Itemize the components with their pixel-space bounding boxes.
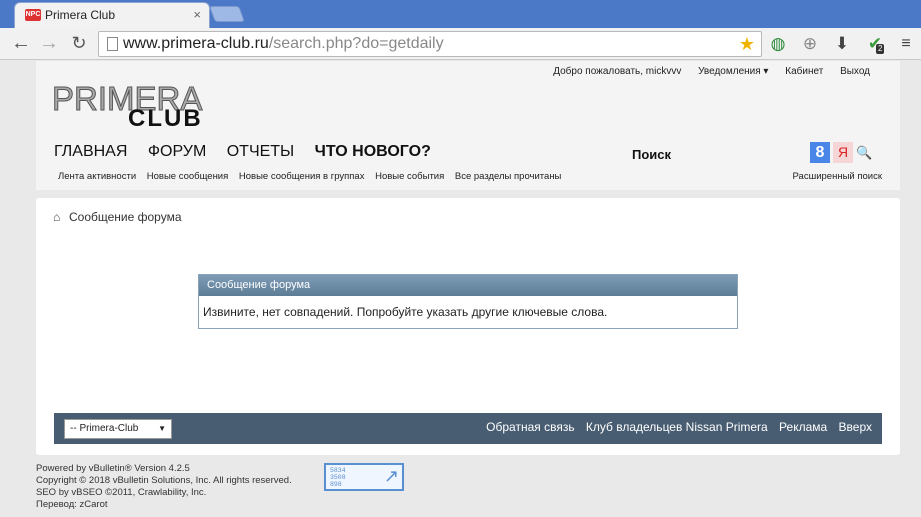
chevron-down-icon: ▼ xyxy=(158,424,166,433)
footer-top-link[interactable]: Вверх xyxy=(839,420,872,434)
subnav-new-events[interactable]: Новые события xyxy=(375,171,444,182)
welcome-text: Добро пожаловать, mickvvv xyxy=(553,66,682,77)
sub-nav: Лента активности Новые сообщения Новые с… xyxy=(58,171,569,182)
message-box: Сообщение форума Извините, нет совпадени… xyxy=(198,274,738,329)
page-icon xyxy=(107,37,118,51)
cabinet-link[interactable]: Кабинет xyxy=(785,66,823,77)
footer-links: Обратная связь Клуб владельцев Nissan Pr… xyxy=(478,420,872,434)
main-nav: ГЛАВНАЯ ФОРУМ ОТЧЕТЫ ЧТО НОВОГО? xyxy=(54,143,447,161)
user-nav: Добро пожаловать, mickvvv Уведомления ▾ … xyxy=(539,66,870,77)
footer-bar: -- Primera-Club ▼ Обратная связь Клуб вл… xyxy=(54,413,882,444)
reload-icon[interactable]: ↻ xyxy=(68,33,90,54)
subnav-new-group-posts[interactable]: Новые сообщения в группах xyxy=(239,171,365,182)
bookmark-star-icon[interactable]: ★ xyxy=(739,34,755,55)
subnav-activity[interactable]: Лента активности xyxy=(58,171,136,182)
credit-line: Powered by vBulletin® Version 4.2.5 xyxy=(36,463,190,474)
credit-line: Перевод: zCarot xyxy=(36,499,108,510)
site-favicon-icon: NPC xyxy=(25,9,41,21)
footer-feedback-link[interactable]: Обратная связь xyxy=(486,420,574,434)
shield-extension-icon[interactable]: ✔ 2 xyxy=(864,33,886,55)
yandex-search-icon[interactable]: Я xyxy=(833,142,853,163)
nav-whats-new[interactable]: ЧТО НОВОГО? xyxy=(315,143,431,160)
counter-line: 898 xyxy=(330,481,342,488)
message-title: Сообщение форума xyxy=(199,275,737,296)
extension-badge: 2 xyxy=(876,44,885,54)
tab-close-icon[interactable]: × xyxy=(193,7,201,22)
search-label: Поиск xyxy=(632,147,672,162)
footer-club-link[interactable]: Клуб владельцев Nissan Primera xyxy=(586,420,768,434)
new-tab-button[interactable] xyxy=(209,6,245,22)
credits: Powered by vBulletin® Version 4.2.5 Copy… xyxy=(36,463,292,511)
google-search-icon[interactable]: 8 xyxy=(810,142,830,163)
nav-reports[interactable]: ОТЧЕТЫ xyxy=(227,143,295,160)
browser-tab-bar: NPC Primera Club × xyxy=(0,0,921,28)
footer-ads-link[interactable]: Реклама xyxy=(779,420,827,434)
menu-icon[interactable]: ≡ xyxy=(895,33,917,55)
advanced-search-link[interactable]: Расширенный поиск xyxy=(793,171,882,182)
breadcrumb-current: Сообщение форума xyxy=(69,210,182,224)
subnav-mark-read[interactable]: Все разделы прочитаны xyxy=(455,171,562,182)
counter-line: 5834 xyxy=(330,467,346,474)
subnav-new-posts[interactable]: Новые сообщения xyxy=(147,171,229,182)
logo-bottom-text: CLUB xyxy=(128,105,203,132)
logout-link[interactable]: Выход xyxy=(840,66,870,77)
counter-values: 5834 3508 898 xyxy=(330,467,346,488)
web-page: Добро пожаловать, mickvvv Уведомления ▾ … xyxy=(0,61,921,517)
search-icon[interactable]: 🔍 xyxy=(856,142,872,163)
site-logo[interactable]: PRIMERA CLUB xyxy=(51,80,222,133)
credit-line: Copyright © 2018 vBulletin Solutions, In… xyxy=(36,475,292,486)
browser-toolbar: ← → ↻ www.primera-club.ru/search.php?do=… xyxy=(0,28,921,60)
home-icon[interactable]: ⌂ xyxy=(53,210,65,224)
web-extension-icon[interactable]: ⊕ xyxy=(799,33,821,55)
style-select-value: -- Primera-Club xyxy=(70,423,139,434)
nav-forum[interactable]: ФОРУМ xyxy=(148,143,206,160)
tab-title: Primera Club xyxy=(45,8,116,22)
back-icon[interactable]: ← xyxy=(10,32,32,55)
browser-tab[interactable]: NPC Primera Club × xyxy=(14,2,210,28)
breadcrumb: ⌂ Сообщение форума xyxy=(53,210,182,224)
search-icons: 8 Я 🔍 xyxy=(810,142,872,163)
download-icon[interactable]: ⬇ xyxy=(831,33,853,55)
address-bar[interactable]: www.primera-club.ru/search.php?do=getdai… xyxy=(98,31,762,57)
counter-line: 3508 xyxy=(330,474,346,481)
globe-extension-icon[interactable]: ◍ xyxy=(767,33,789,55)
style-select[interactable]: -- Primera-Club ▼ xyxy=(64,419,172,439)
nav-home[interactable]: ГЛАВНАЯ xyxy=(54,143,127,160)
url-text: www.primera-club.ru/search.php?do=getdai… xyxy=(123,35,444,52)
counter-arrow-icon: ↗ xyxy=(383,466,399,486)
site-header: Добро пожаловать, mickvvv Уведомления ▾ … xyxy=(36,61,900,190)
forward-icon[interactable]: → xyxy=(38,32,60,55)
message-text: Извините, нет совпадений. Попробуйте ука… xyxy=(203,305,608,319)
notifications-link[interactable]: Уведомления ▾ xyxy=(698,66,768,77)
visitor-counter[interactable]: 5834 3508 898 ↗ xyxy=(324,463,404,491)
credit-line: SEO by vBSEO ©2011, Crawlability, Inc. xyxy=(36,487,207,498)
